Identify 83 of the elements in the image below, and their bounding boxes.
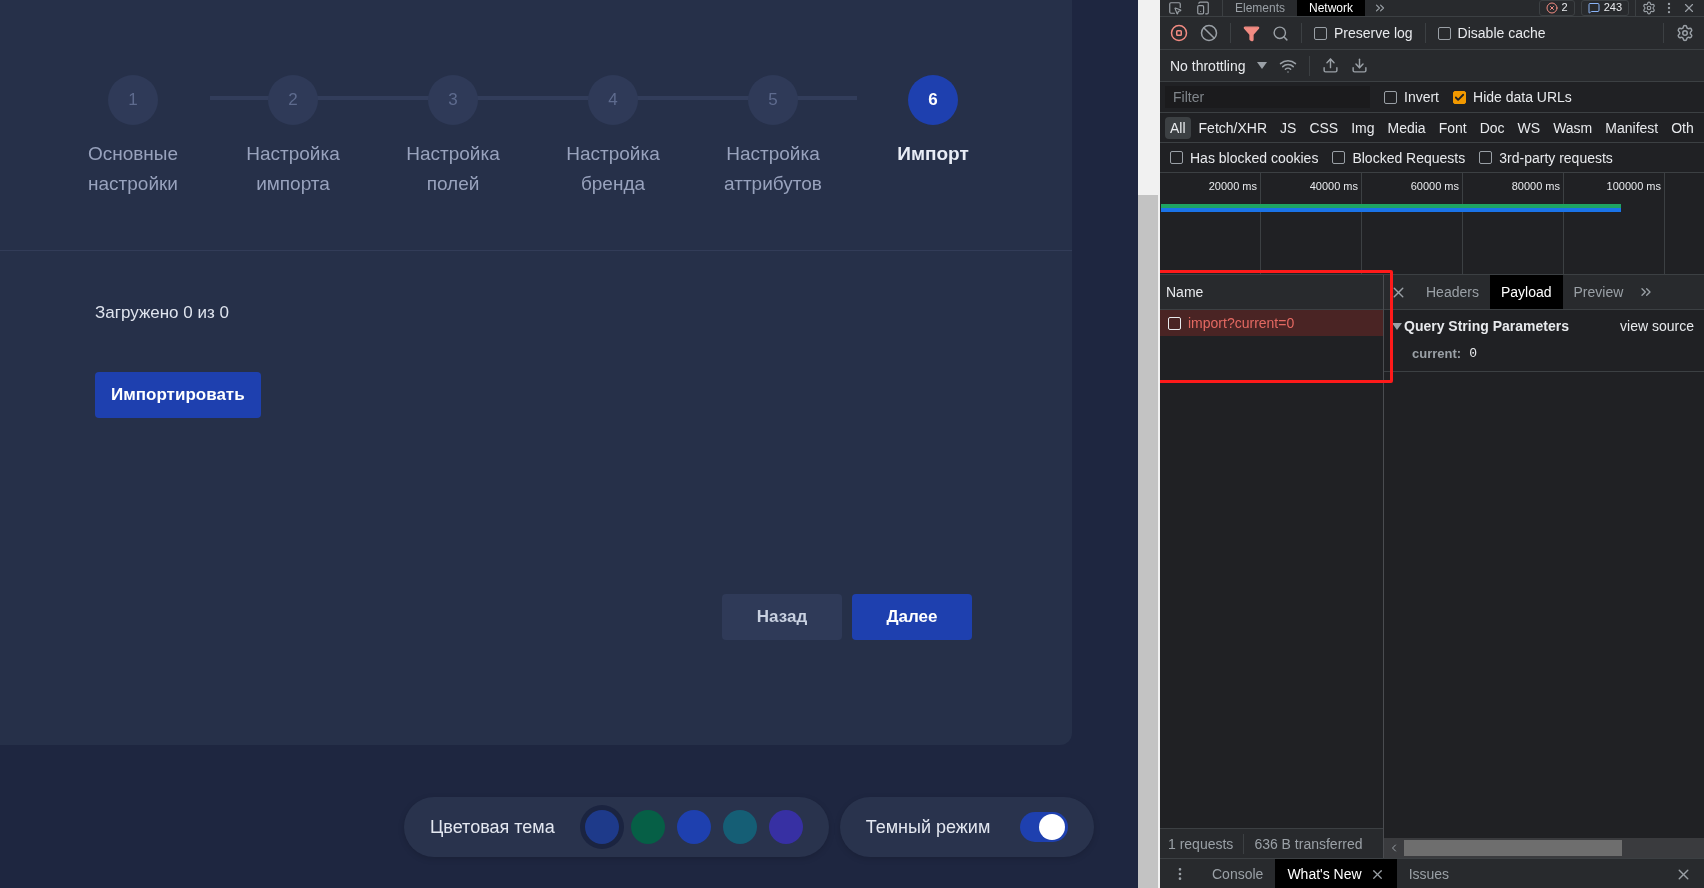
step-label: Настройка импорта — [245, 142, 341, 196]
type-filter[interactable]: All — [1165, 116, 1191, 139]
record-icon[interactable] — [1170, 24, 1188, 42]
tick-label: 80000 ms — [1511, 180, 1560, 192]
step-label: Импорт — [896, 142, 970, 166]
settings-icon[interactable] — [1642, 0, 1656, 15]
step-circle[interactable]: 6 — [908, 75, 958, 125]
throttling-select[interactable]: No throttling — [1170, 57, 1246, 74]
tick-label: 100000 ms — [1606, 180, 1661, 192]
summary-text: 636 B transferred — [1254, 835, 1363, 852]
device-icon[interactable] — [1196, 0, 1210, 15]
summary-text: 1 requests — [1168, 835, 1234, 852]
dark-mode-label: Темный режим — [865, 816, 991, 838]
upload-icon[interactable] — [1322, 57, 1340, 74]
request-row[interactable]: import?current=0 — [1160, 310, 1383, 336]
color-swatch[interactable] — [676, 810, 711, 844]
upload-status: Загружено 0 из 0 — [95, 303, 229, 323]
type-filter[interactable]: Oth — [1666, 116, 1699, 139]
checkbox[interactable]: Has blocked cookies — [1170, 149, 1319, 166]
column-header[interactable]: Name — [1160, 275, 1383, 310]
check-icon — [1454, 91, 1465, 103]
search-icon[interactable] — [1272, 24, 1289, 42]
step-label: Настройка бренда — [565, 142, 661, 196]
step-label: Настройка аттрибутов — [723, 142, 823, 196]
tick-label: 60000 ms — [1410, 180, 1459, 192]
checkbox[interactable]: Disable cache — [1437, 25, 1546, 41]
expand-icon[interactable] — [1392, 322, 1402, 330]
scrollbar-thumb[interactable] — [1138, 195, 1158, 888]
drawer-tab[interactable]: Console — [1200, 859, 1276, 888]
color-swatch[interactable] — [768, 810, 803, 844]
download-icon[interactable] — [1351, 57, 1369, 74]
tick-label: 40000 ms — [1309, 180, 1358, 192]
theme-label: Цветовая тема — [430, 816, 555, 838]
panel-tab[interactable]: Elements — [1223, 0, 1298, 16]
filter-field[interactable]: Filter — [1165, 86, 1370, 108]
checkbox[interactable]: Blocked Requests — [1332, 149, 1466, 166]
filter-icon[interactable] — [1243, 24, 1260, 42]
checkbox[interactable]: 3rd-party requests — [1479, 149, 1613, 166]
message-count: 243 — [1603, 1, 1622, 14]
checkbox[interactable]: Invert — [1384, 89, 1439, 105]
dark-mode-toggle[interactable] — [1020, 812, 1069, 842]
scrollbar-thumb[interactable] — [1404, 840, 1622, 856]
inspect-icon[interactable] — [1168, 0, 1182, 15]
detail-tab[interactable]: Payload — [1489, 275, 1563, 309]
error-badge[interactable]: 2 — [1538, 0, 1575, 16]
error-icon — [1545, 1, 1558, 14]
error-count: 2 — [1561, 1, 1568, 14]
type-filter[interactable]: Img — [1346, 116, 1380, 139]
next-button[interactable]: Далее — [852, 594, 972, 640]
panel-tab[interactable]: Network — [1297, 0, 1366, 16]
type-filter[interactable]: WS — [1512, 116, 1546, 139]
checkbox[interactable] — [1168, 316, 1181, 330]
checkbox[interactable]: Hide data URLs — [1453, 89, 1572, 105]
detail-tab[interactable]: Preview — [1562, 275, 1635, 309]
tick-label: 20000 ms — [1208, 180, 1257, 192]
checkbox[interactable]: Preserve log — [1314, 25, 1413, 41]
type-filter[interactable]: Wasm — [1548, 116, 1598, 139]
step-label: Настройка полей — [405, 142, 501, 196]
back-button[interactable]: Назад — [722, 594, 842, 640]
color-swatch[interactable] — [722, 810, 757, 844]
type-filter[interactable]: Media — [1382, 116, 1431, 139]
type-filter[interactable]: Doc — [1474, 116, 1510, 139]
param-key: current: — [1412, 346, 1462, 361]
import-button[interactable]: Импортировать — [95, 372, 261, 418]
view-source-link[interactable]: view source — [1620, 318, 1694, 334]
section-title[interactable]: Query String Parameters — [1404, 318, 1569, 334]
message-icon — [1587, 1, 1600, 14]
param-value: 0 — [1469, 346, 1477, 361]
color-swatch[interactable] — [630, 810, 665, 844]
type-filter[interactable]: CSS — [1304, 116, 1344, 139]
type-filter[interactable]: Manifest — [1600, 116, 1664, 139]
request-name: import?current=0 — [1188, 315, 1295, 331]
step-label: Основные настройки — [86, 142, 180, 196]
settings-icon[interactable] — [1676, 24, 1694, 42]
detail-tab[interactable]: Headers — [1415, 275, 1490, 309]
drawer-tab[interactable]: Issues — [1396, 859, 1462, 888]
type-filter[interactable]: JS — [1275, 116, 1302, 139]
type-filter[interactable]: Fetch/XHR — [1193, 116, 1273, 139]
message-badge[interactable]: 243 — [1580, 0, 1629, 16]
clear-icon[interactable] — [1200, 24, 1218, 42]
drawer-tab[interactable]: What's New — [1275, 859, 1397, 888]
caret-icon[interactable] — [1257, 62, 1268, 69]
type-filter[interactable]: Font — [1433, 116, 1472, 139]
